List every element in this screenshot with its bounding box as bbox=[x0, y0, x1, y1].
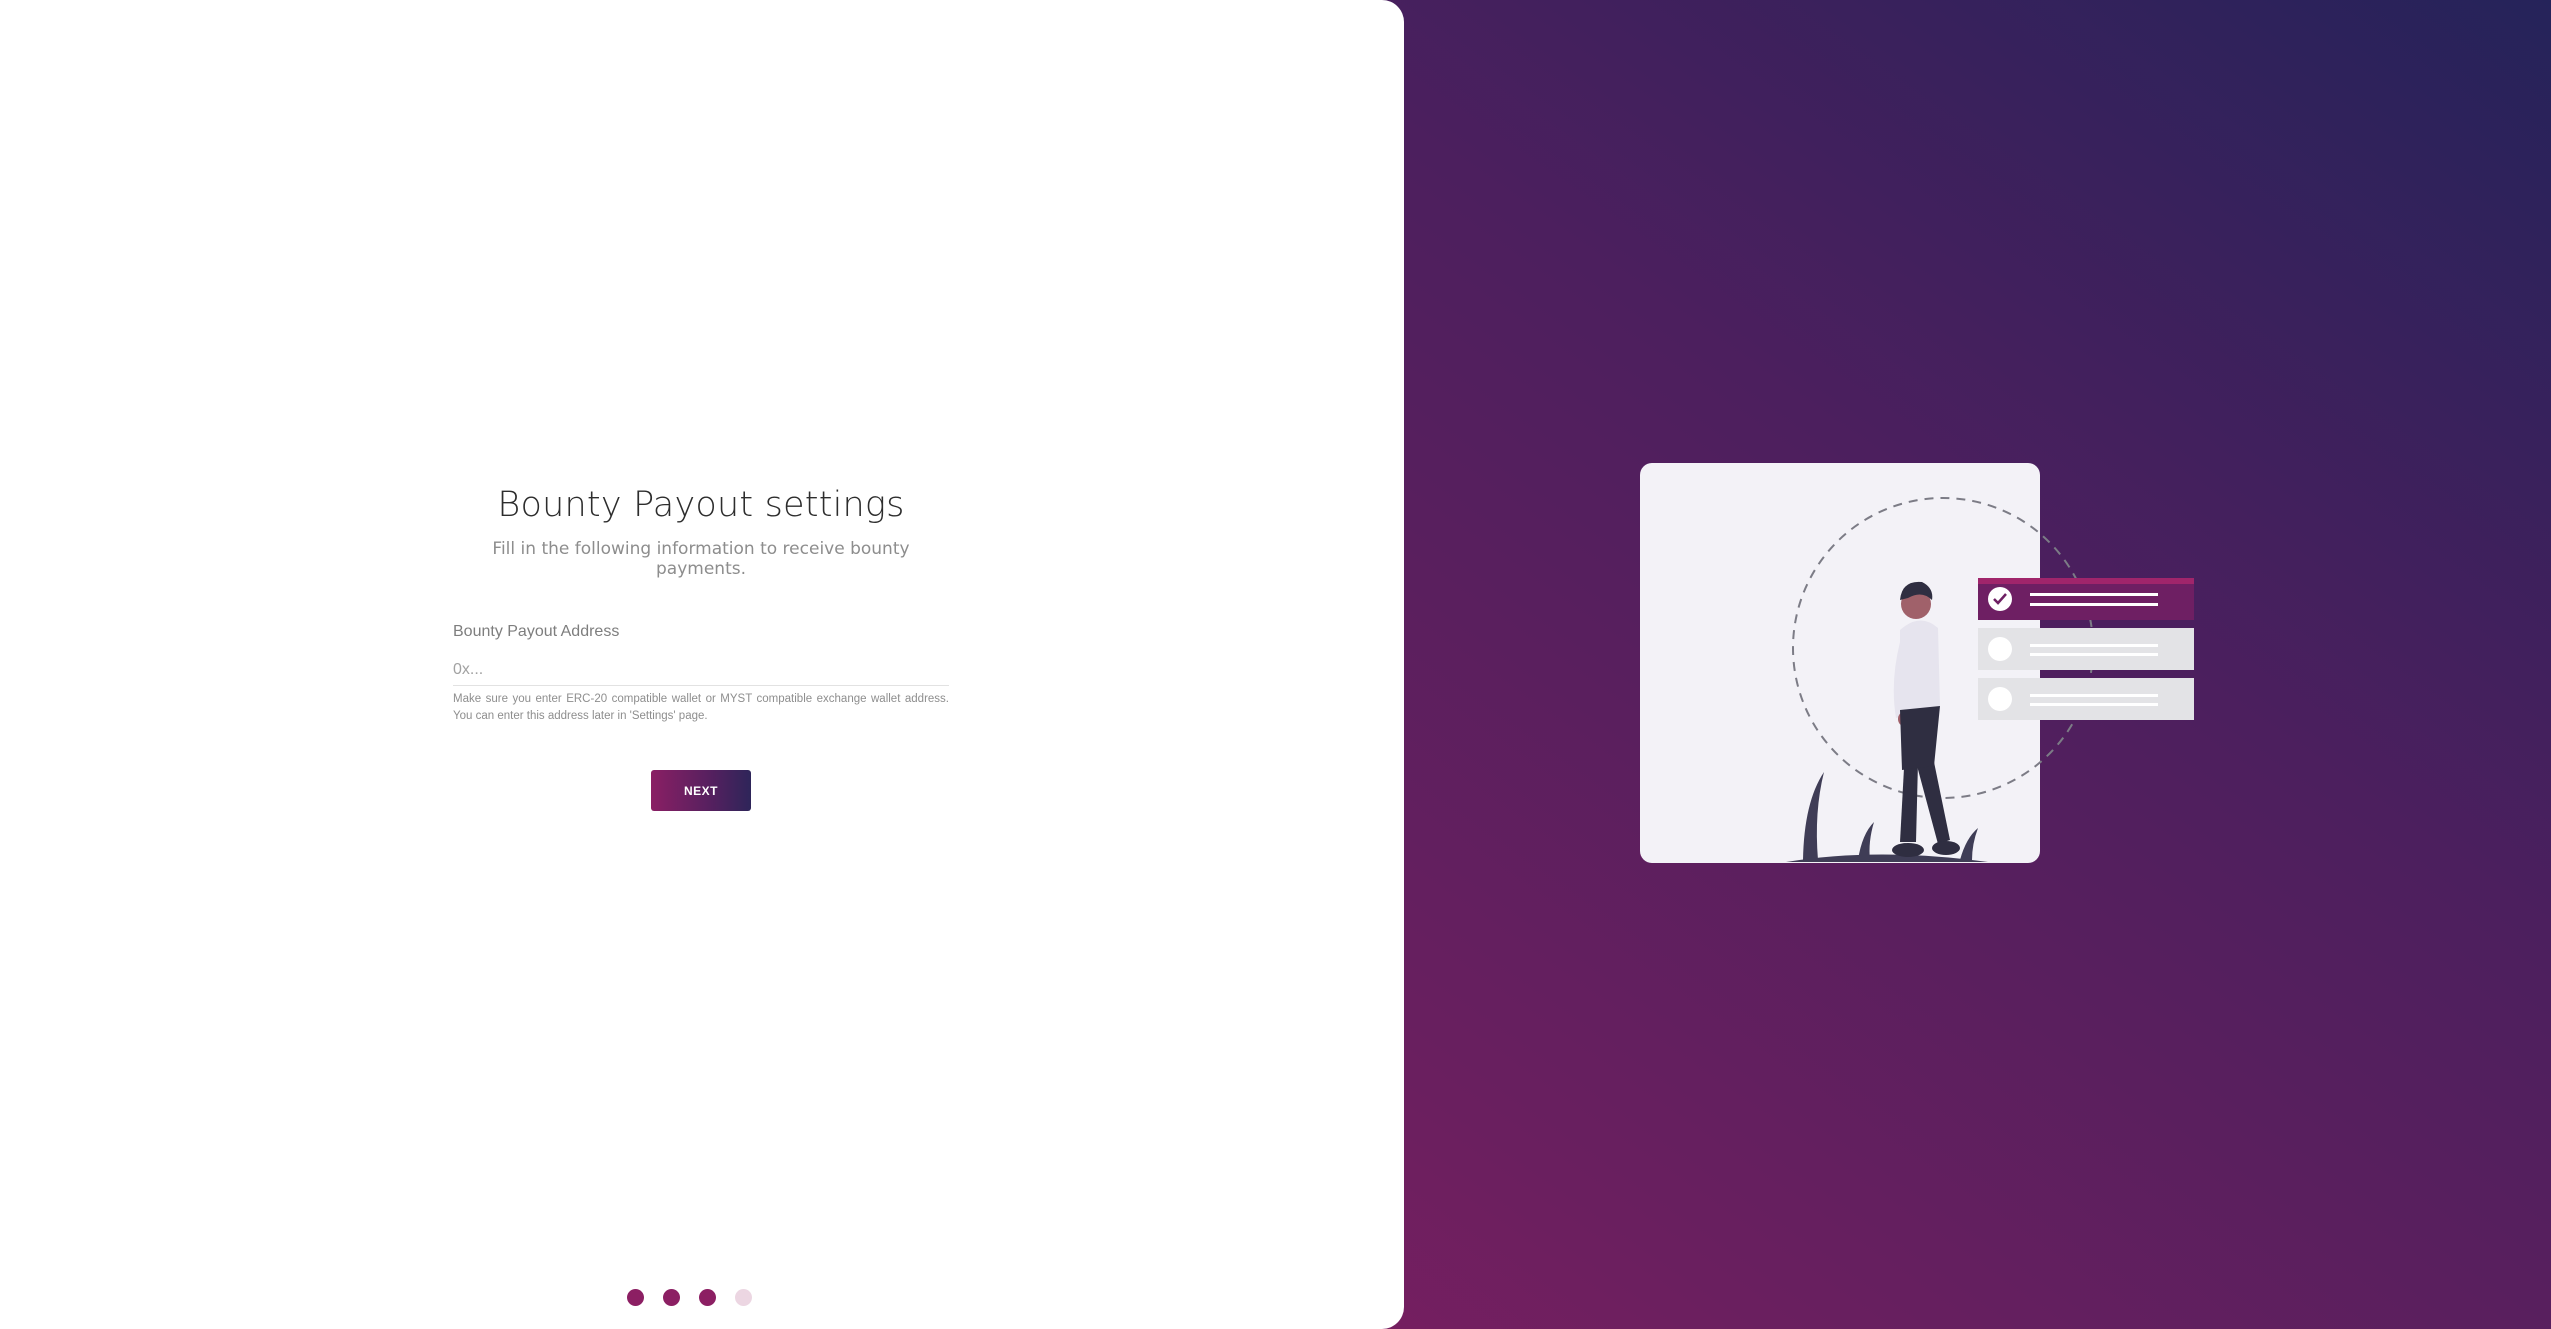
payout-address-input[interactable] bbox=[453, 659, 949, 686]
checklist-item-checked bbox=[1978, 578, 2194, 620]
next-button[interactable]: NEXT bbox=[651, 770, 751, 811]
step-dot-2 bbox=[663, 1289, 680, 1306]
page-subtitle: Fill in the following information to rec… bbox=[492, 539, 910, 579]
payout-settings-form: Bounty Payout settings Fill in the follo… bbox=[453, 485, 949, 811]
checklist-item-unchecked-1 bbox=[1978, 628, 2194, 670]
person-with-checklist-illustration bbox=[1640, 463, 2194, 863]
page-title: Bounty Payout settings bbox=[497, 485, 905, 525]
step-dot-1 bbox=[627, 1289, 644, 1306]
checklist-item-unchecked-2 bbox=[1978, 678, 2194, 720]
step-indicator bbox=[627, 1289, 752, 1306]
payout-address-hint: Make sure you enter ERC-20 compatible wa… bbox=[453, 693, 949, 722]
payout-address-label: Bounty Payout Address bbox=[453, 623, 620, 640]
step-dot-3 bbox=[699, 1289, 716, 1306]
onboarding-panel: Bounty Payout settings Fill in the follo… bbox=[0, 0, 1404, 1329]
step-dot-4 bbox=[735, 1289, 752, 1306]
